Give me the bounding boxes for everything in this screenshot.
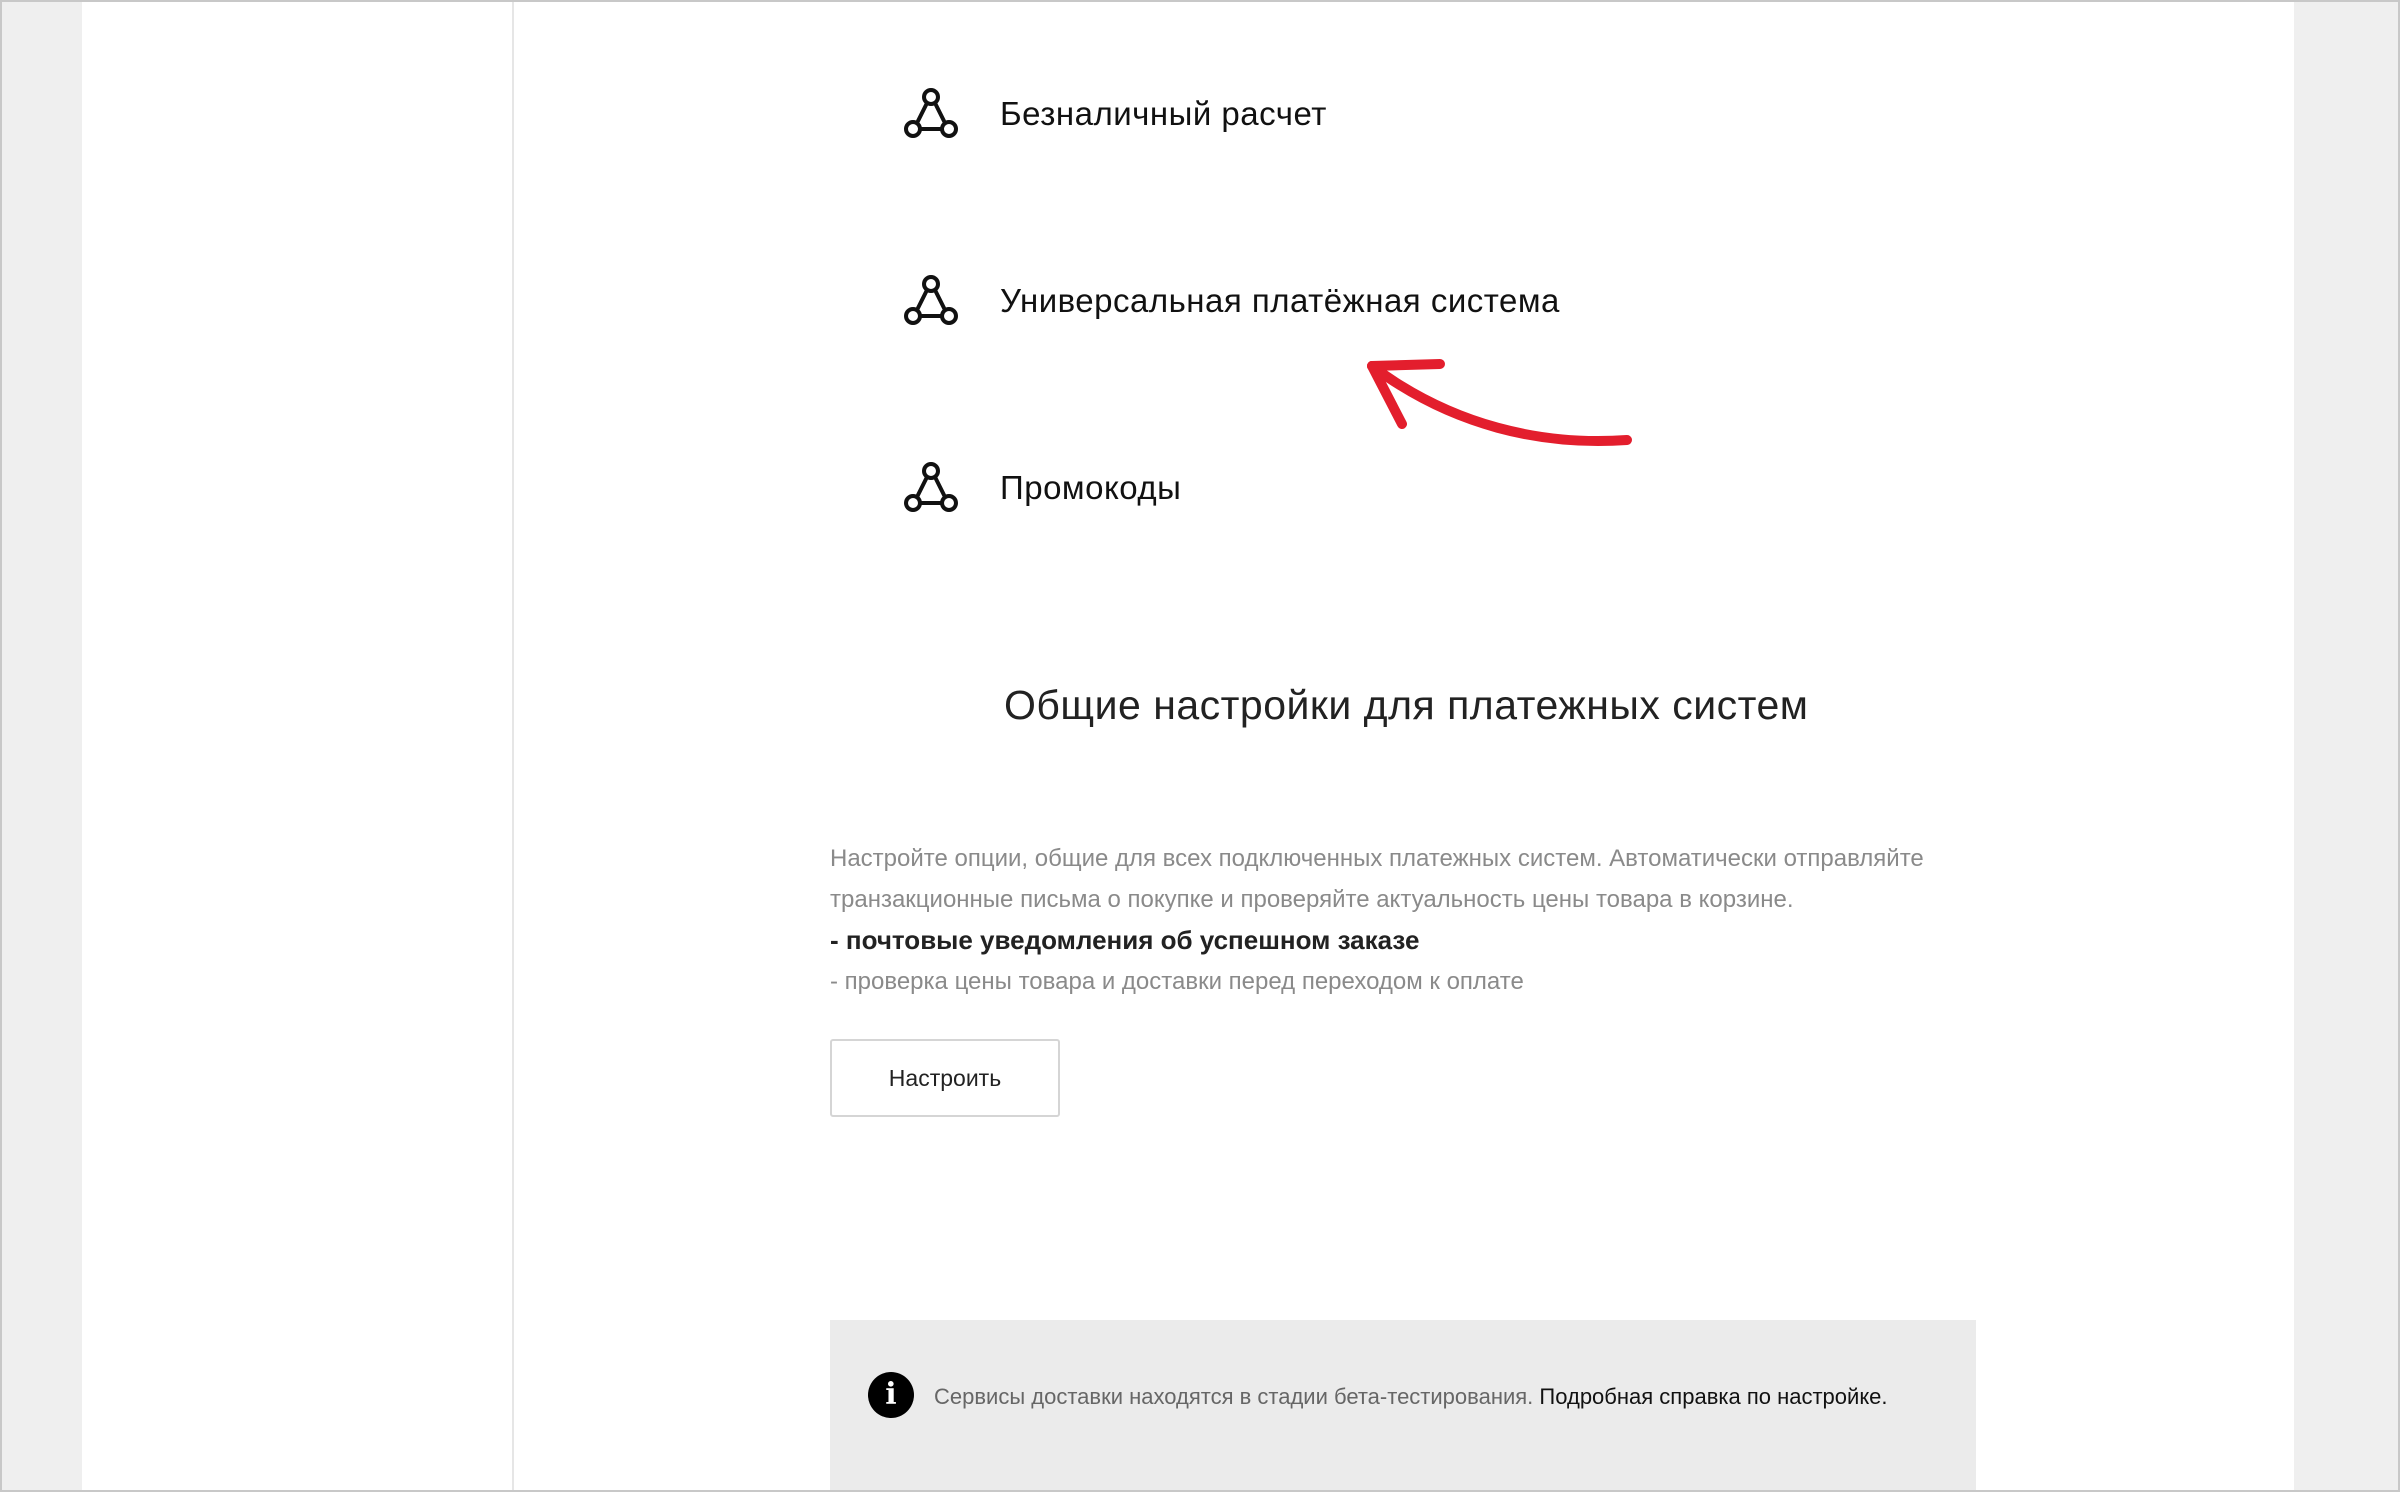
page-frame: Безналичный расчет Универсальная платёжн… (0, 0, 2400, 1492)
right-gutter (2294, 2, 2398, 1490)
configure-button[interactable]: Настроить (830, 1039, 1060, 1117)
payment-item-universal[interactable]: Универсальная платёжная система (902, 272, 1560, 330)
payment-item-cashless[interactable]: Безналичный расчет (902, 85, 1327, 143)
network-nodes-icon (904, 88, 958, 138)
sidebar-divider (512, 2, 514, 1490)
left-gutter (2, 2, 82, 1490)
bullet-price-check: - проверка цены товара и доставки перед … (830, 968, 1524, 995)
general-settings-description: Настройте опции, общие для всех подключе… (830, 838, 1980, 1002)
description-line: Настройте опции, общие для всех подключе… (830, 845, 1924, 872)
info-text: Сервисы доставки находятся в стадии бета… (934, 1378, 1934, 1416)
network-nodes-icon (904, 275, 958, 325)
payment-item-label: Универсальная платёжная система (1000, 282, 1560, 319)
annotation-arrow-icon (1367, 359, 1632, 447)
description-line: транзакционные письма о покупке и провер… (830, 886, 1794, 913)
info-message: Сервисы доставки находятся в стадии бета… (934, 1384, 1534, 1409)
beta-info-notice: i Сервисы доставки находятся в стадии бе… (830, 1320, 1976, 1490)
payment-item-promocodes[interactable]: Промокоды (902, 459, 1181, 517)
network-nodes-icon (904, 462, 958, 512)
payment-item-label: Безналичный расчет (1000, 95, 1327, 132)
general-settings-title: Общие настройки для платежных систем (1004, 682, 1809, 728)
info-icon: i (868, 1372, 914, 1418)
help-link[interactable]: Подробная справка по настройке. (1539, 1384, 1887, 1409)
bullet-email-notifications: - почтовые уведомления об успешном заказ… (830, 925, 1420, 955)
payment-item-label: Промокоды (1000, 469, 1182, 506)
